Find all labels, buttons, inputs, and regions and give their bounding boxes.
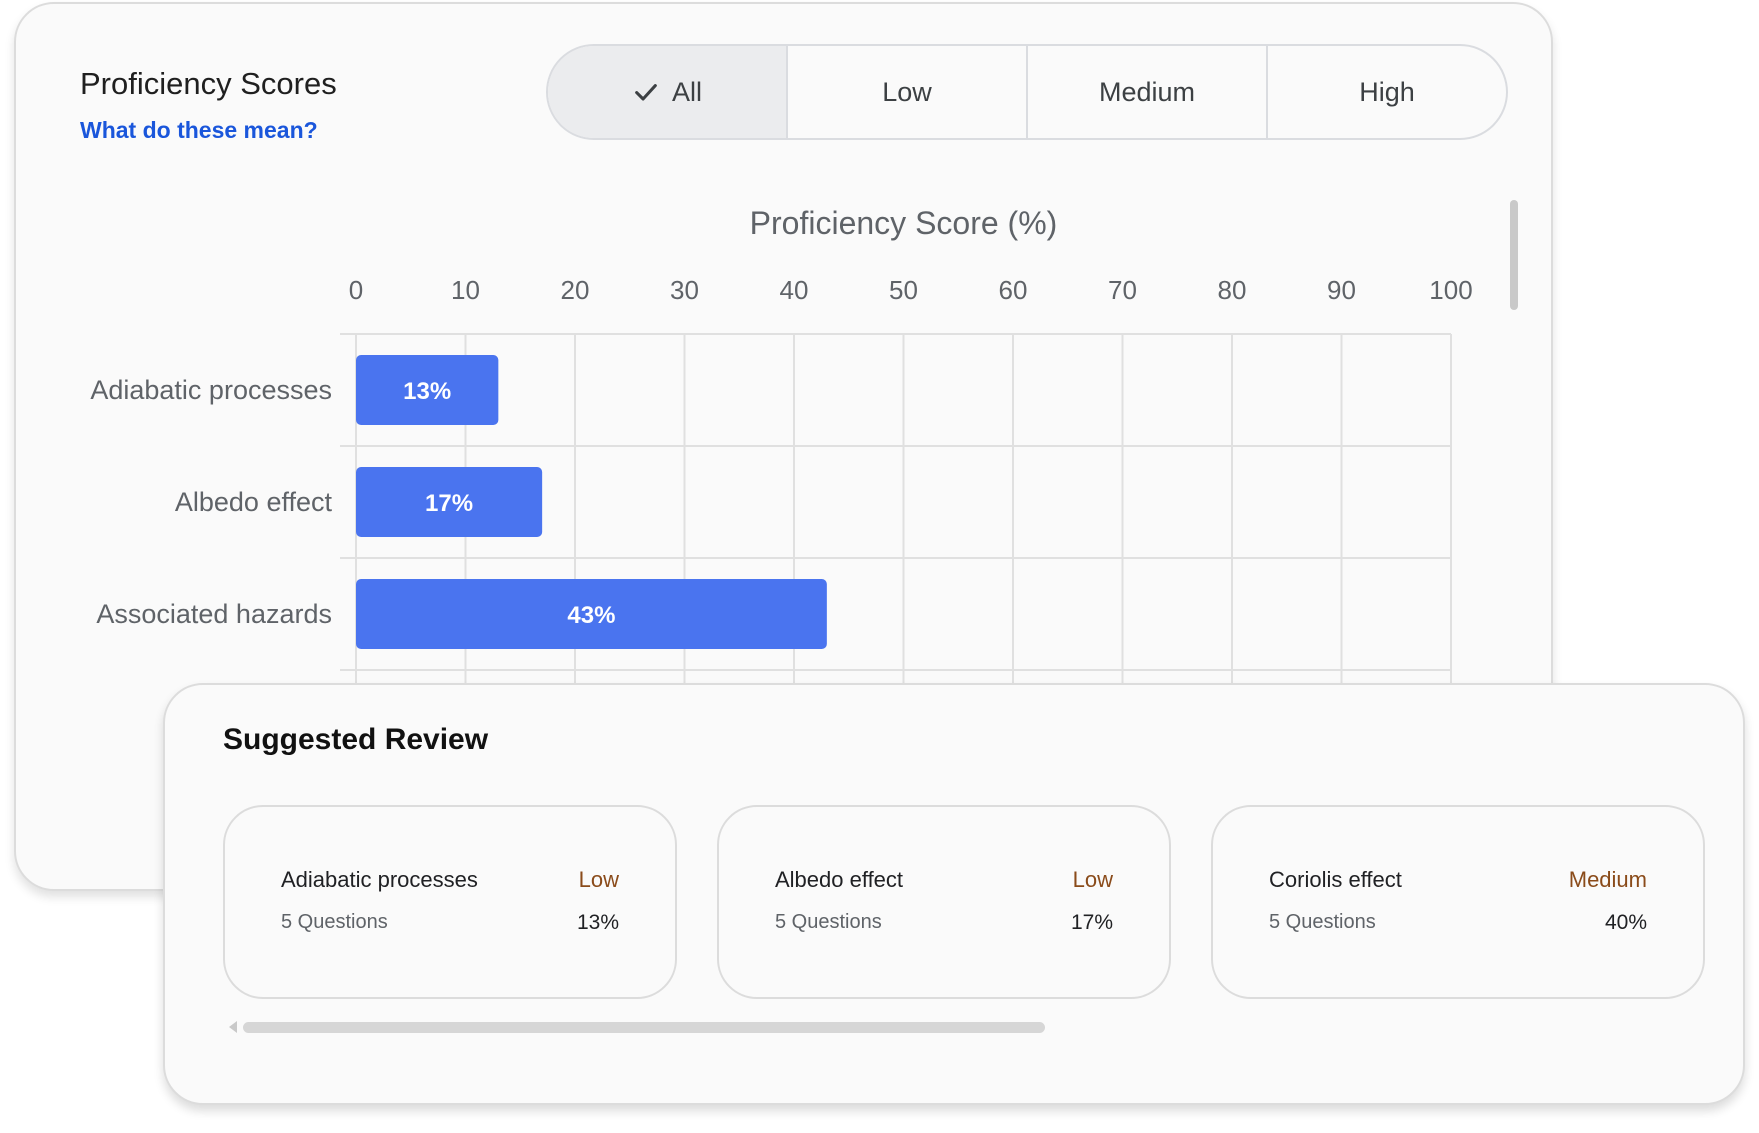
review-topic: Coriolis effect (1269, 867, 1402, 892)
bar-value-label: 43% (567, 602, 615, 629)
review-topic: Albedo effect (775, 867, 904, 892)
x-tick-label: 70 (1108, 275, 1137, 305)
review-score: 40% (1604, 911, 1647, 934)
chart-title: Proficiency Score (%) (750, 205, 1058, 241)
category-label: Adiabatic processes (90, 375, 332, 405)
scroll-left-arrow-icon[interactable] (229, 1021, 237, 1033)
x-tick-label: 30 (670, 275, 699, 305)
review-level: Low (578, 867, 619, 892)
review-card[interactable]: Coriolis effect Medium 5 Questions 40% (1211, 805, 1705, 999)
x-tick-label: 10 (451, 275, 480, 305)
chart-vertical-scrollbar[interactable] (1510, 200, 1518, 310)
review-question-count: 5 Questions (281, 911, 388, 933)
x-tick-label: 90 (1327, 275, 1356, 305)
review-level: Low (1072, 867, 1113, 892)
bar-value-label: 17% (425, 490, 473, 517)
review-title: Suggested Review (223, 723, 489, 756)
suggested-review-panel: Suggested Review Adiabatic processes Low… (163, 683, 1745, 1105)
review-question-count: 5 Questions (1269, 911, 1376, 933)
x-tick-label: 50 (889, 275, 918, 305)
category-label: Albedo effect (175, 487, 333, 517)
review-topic: Adiabatic processes (281, 867, 478, 892)
review-score: 17% (1070, 911, 1113, 934)
review-question-count: 5 Questions (775, 911, 882, 933)
x-tick-label: 20 (561, 275, 590, 305)
x-tick-label: 100 (1429, 275, 1472, 305)
x-tick-label: 60 (999, 275, 1028, 305)
review-level: Medium (1568, 867, 1647, 892)
review-card[interactable]: Albedo effect Low 5 Questions 17% (717, 805, 1171, 999)
x-tick-label: 40 (780, 275, 809, 305)
bar-value-label: 13% (403, 378, 451, 405)
review-card[interactable]: Adiabatic processes Low 5 Questions 13% (223, 805, 677, 999)
x-tick-label: 0 (349, 275, 363, 305)
review-score: 13% (576, 911, 619, 934)
review-horizontal-scrollbar[interactable] (243, 1022, 1045, 1033)
x-tick-label: 80 (1218, 275, 1247, 305)
category-label: Associated hazards (96, 599, 332, 629)
